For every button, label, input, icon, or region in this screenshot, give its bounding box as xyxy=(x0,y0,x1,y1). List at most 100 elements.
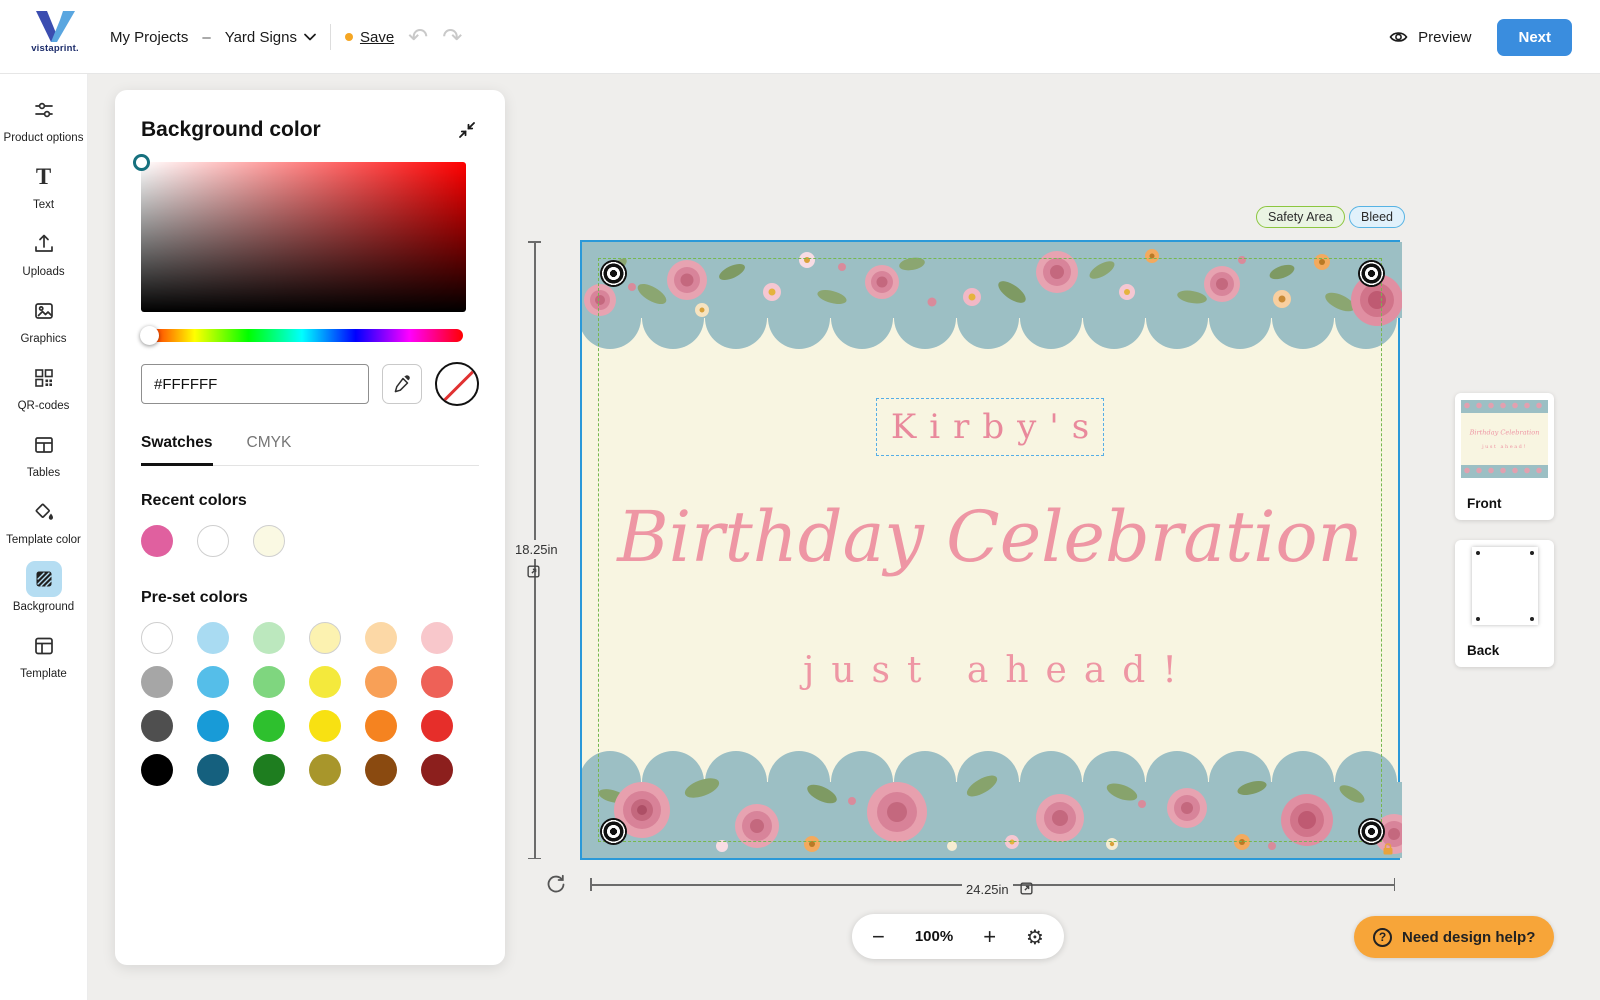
color-swatch[interactable] xyxy=(421,666,453,698)
unsaved-dot-icon xyxy=(344,33,353,41)
zoom-control: − 100% + ⚙ xyxy=(852,914,1064,959)
background-icon xyxy=(25,560,62,597)
color-swatch[interactable] xyxy=(141,525,173,557)
color-swatch[interactable] xyxy=(365,754,397,786)
sidebar-item-tables[interactable]: Tables xyxy=(1,427,87,481)
collapse-panel-button[interactable] xyxy=(455,118,479,142)
hex-color-input[interactable] xyxy=(141,364,369,404)
color-swatch[interactable] xyxy=(421,754,453,786)
gradient-selector-handle[interactable] xyxy=(133,154,150,171)
sidebar-item-uploads[interactable]: Uploads xyxy=(1,226,87,280)
color-swatch[interactable] xyxy=(197,754,229,786)
design-text-line2[interactable]: Birthday Celebration xyxy=(582,496,1398,578)
color-swatch[interactable] xyxy=(365,622,397,654)
height-resize-button[interactable] xyxy=(526,564,541,579)
grommet-mark-top-left xyxy=(600,260,627,287)
color-swatch[interactable] xyxy=(309,666,341,698)
recent-colors-row xyxy=(141,525,479,557)
topbar: vistaprint. My Projects – Yard Signs Sav… xyxy=(0,0,1600,74)
need-design-help-button[interactable]: ? Need design help? xyxy=(1354,916,1555,958)
app-root: vistaprint. My Projects – Yard Signs Sav… xyxy=(0,0,1600,1000)
eyedropper-button[interactable] xyxy=(382,364,422,404)
zoom-out-button[interactable]: − xyxy=(872,925,885,948)
color-swatch[interactable] xyxy=(309,622,341,654)
vistaprint-v-icon xyxy=(36,11,75,42)
project-name-dropdown[interactable]: Yard Signs xyxy=(225,29,316,46)
undo-button[interactable]: ↶ xyxy=(408,25,428,49)
grommet-mark-bottom-right xyxy=(1358,818,1385,845)
color-swatch[interactable] xyxy=(197,525,229,557)
page-front-card[interactable]: Birthday Celebration just ahead! Front xyxy=(1455,393,1554,520)
zoom-level: 100% xyxy=(914,928,954,945)
next-button[interactable]: Next xyxy=(1497,18,1572,56)
sidebar-item-graphics[interactable]: Graphics xyxy=(1,293,87,347)
color-swatch[interactable] xyxy=(253,622,285,654)
resize-icon xyxy=(527,565,540,578)
question-mark-icon: ? xyxy=(1373,927,1392,947)
gear-icon[interactable]: ⚙ xyxy=(1026,927,1044,947)
sidebar-item-product-options[interactable]: Product options xyxy=(1,92,87,146)
back-page-label: Back xyxy=(1467,643,1500,658)
text-icon: T xyxy=(35,163,52,189)
color-swatch[interactable] xyxy=(253,754,285,786)
zoom-in-button[interactable]: + xyxy=(983,925,996,948)
color-swatch[interactable] xyxy=(253,666,285,698)
topbar-right: Preview Next xyxy=(1388,0,1572,74)
logo-text: vistaprint. xyxy=(31,43,79,54)
color-gradient-picker[interactable] xyxy=(133,154,466,312)
rotate-canvas-button[interactable] xyxy=(545,873,567,895)
color-swatch[interactable] xyxy=(197,622,229,654)
hue-slider-handle[interactable] xyxy=(140,326,159,345)
color-swatch[interactable] xyxy=(253,525,285,557)
qr-code-icon xyxy=(26,360,62,396)
color-swatch[interactable] xyxy=(197,666,229,698)
color-swatch[interactable] xyxy=(309,710,341,742)
safety-area-badge: Safety Area xyxy=(1256,206,1345,228)
project-name: Yard Signs xyxy=(224,28,297,46)
color-swatch[interactable] xyxy=(197,710,229,742)
color-swatch[interactable] xyxy=(421,622,453,654)
preview-button[interactable]: Preview xyxy=(1388,27,1471,47)
save-group: Save xyxy=(344,29,394,46)
front-thumb-bottom-border xyxy=(1461,465,1548,478)
my-projects-link[interactable]: My Projects xyxy=(110,29,188,46)
color-swatch[interactable] xyxy=(309,754,341,786)
color-swatch[interactable] xyxy=(141,710,173,742)
tab-swatches[interactable]: Swatches xyxy=(141,434,213,466)
no-color-button[interactable] xyxy=(435,362,479,406)
sidebar-item-background[interactable]: Background xyxy=(1,560,87,615)
color-swatch[interactable] xyxy=(365,666,397,698)
color-swatch[interactable] xyxy=(141,754,173,786)
topbar-divider xyxy=(329,24,331,50)
design-text-line1[interactable]: Kirby's xyxy=(878,407,1102,447)
color-swatch[interactable] xyxy=(253,710,285,742)
breadcrumb-separator: – xyxy=(202,28,211,46)
redo-button[interactable]: ↷ xyxy=(442,25,462,49)
page-back-card[interactable]: Back xyxy=(1455,540,1554,667)
preset-colors-title: Pre-set colors xyxy=(141,589,248,606)
front-page-label: Front xyxy=(1467,496,1502,511)
grommet-mark-top-right xyxy=(1358,260,1385,287)
sidebar-item-template[interactable]: Template xyxy=(1,628,87,682)
color-swatch[interactable] xyxy=(141,666,173,698)
hue-slider[interactable] xyxy=(140,326,463,345)
save-button[interactable]: Save xyxy=(360,29,394,46)
design-text-line3[interactable]: just ahead! xyxy=(582,650,1398,691)
tab-cmyk[interactable]: CMYK xyxy=(247,434,292,465)
text-selection-box[interactable]: Kirby's xyxy=(876,398,1104,456)
sidebar-item-text[interactable]: T Text xyxy=(1,159,87,213)
design-canvas[interactable]: Kirby's Birthday Celebration just ahead! xyxy=(580,240,1402,860)
sidebar-item-qr-codes[interactable]: QR-codes xyxy=(1,360,87,414)
color-swatch[interactable] xyxy=(421,710,453,742)
front-thumbnail: Birthday Celebration just ahead! xyxy=(1461,400,1548,478)
rotate-icon xyxy=(547,874,565,893)
vistaprint-logo[interactable]: vistaprint. xyxy=(28,9,82,54)
panel-title: Background color xyxy=(141,118,321,141)
width-resize-button[interactable] xyxy=(1019,881,1034,896)
color-swatch[interactable] xyxy=(365,710,397,742)
color-swatch[interactable] xyxy=(141,622,173,654)
sidebar-item-template-color[interactable]: Template color xyxy=(1,494,87,548)
resize-icon xyxy=(1020,882,1033,895)
front-thumb-top-border xyxy=(1461,400,1548,413)
sliders-icon xyxy=(26,92,62,128)
